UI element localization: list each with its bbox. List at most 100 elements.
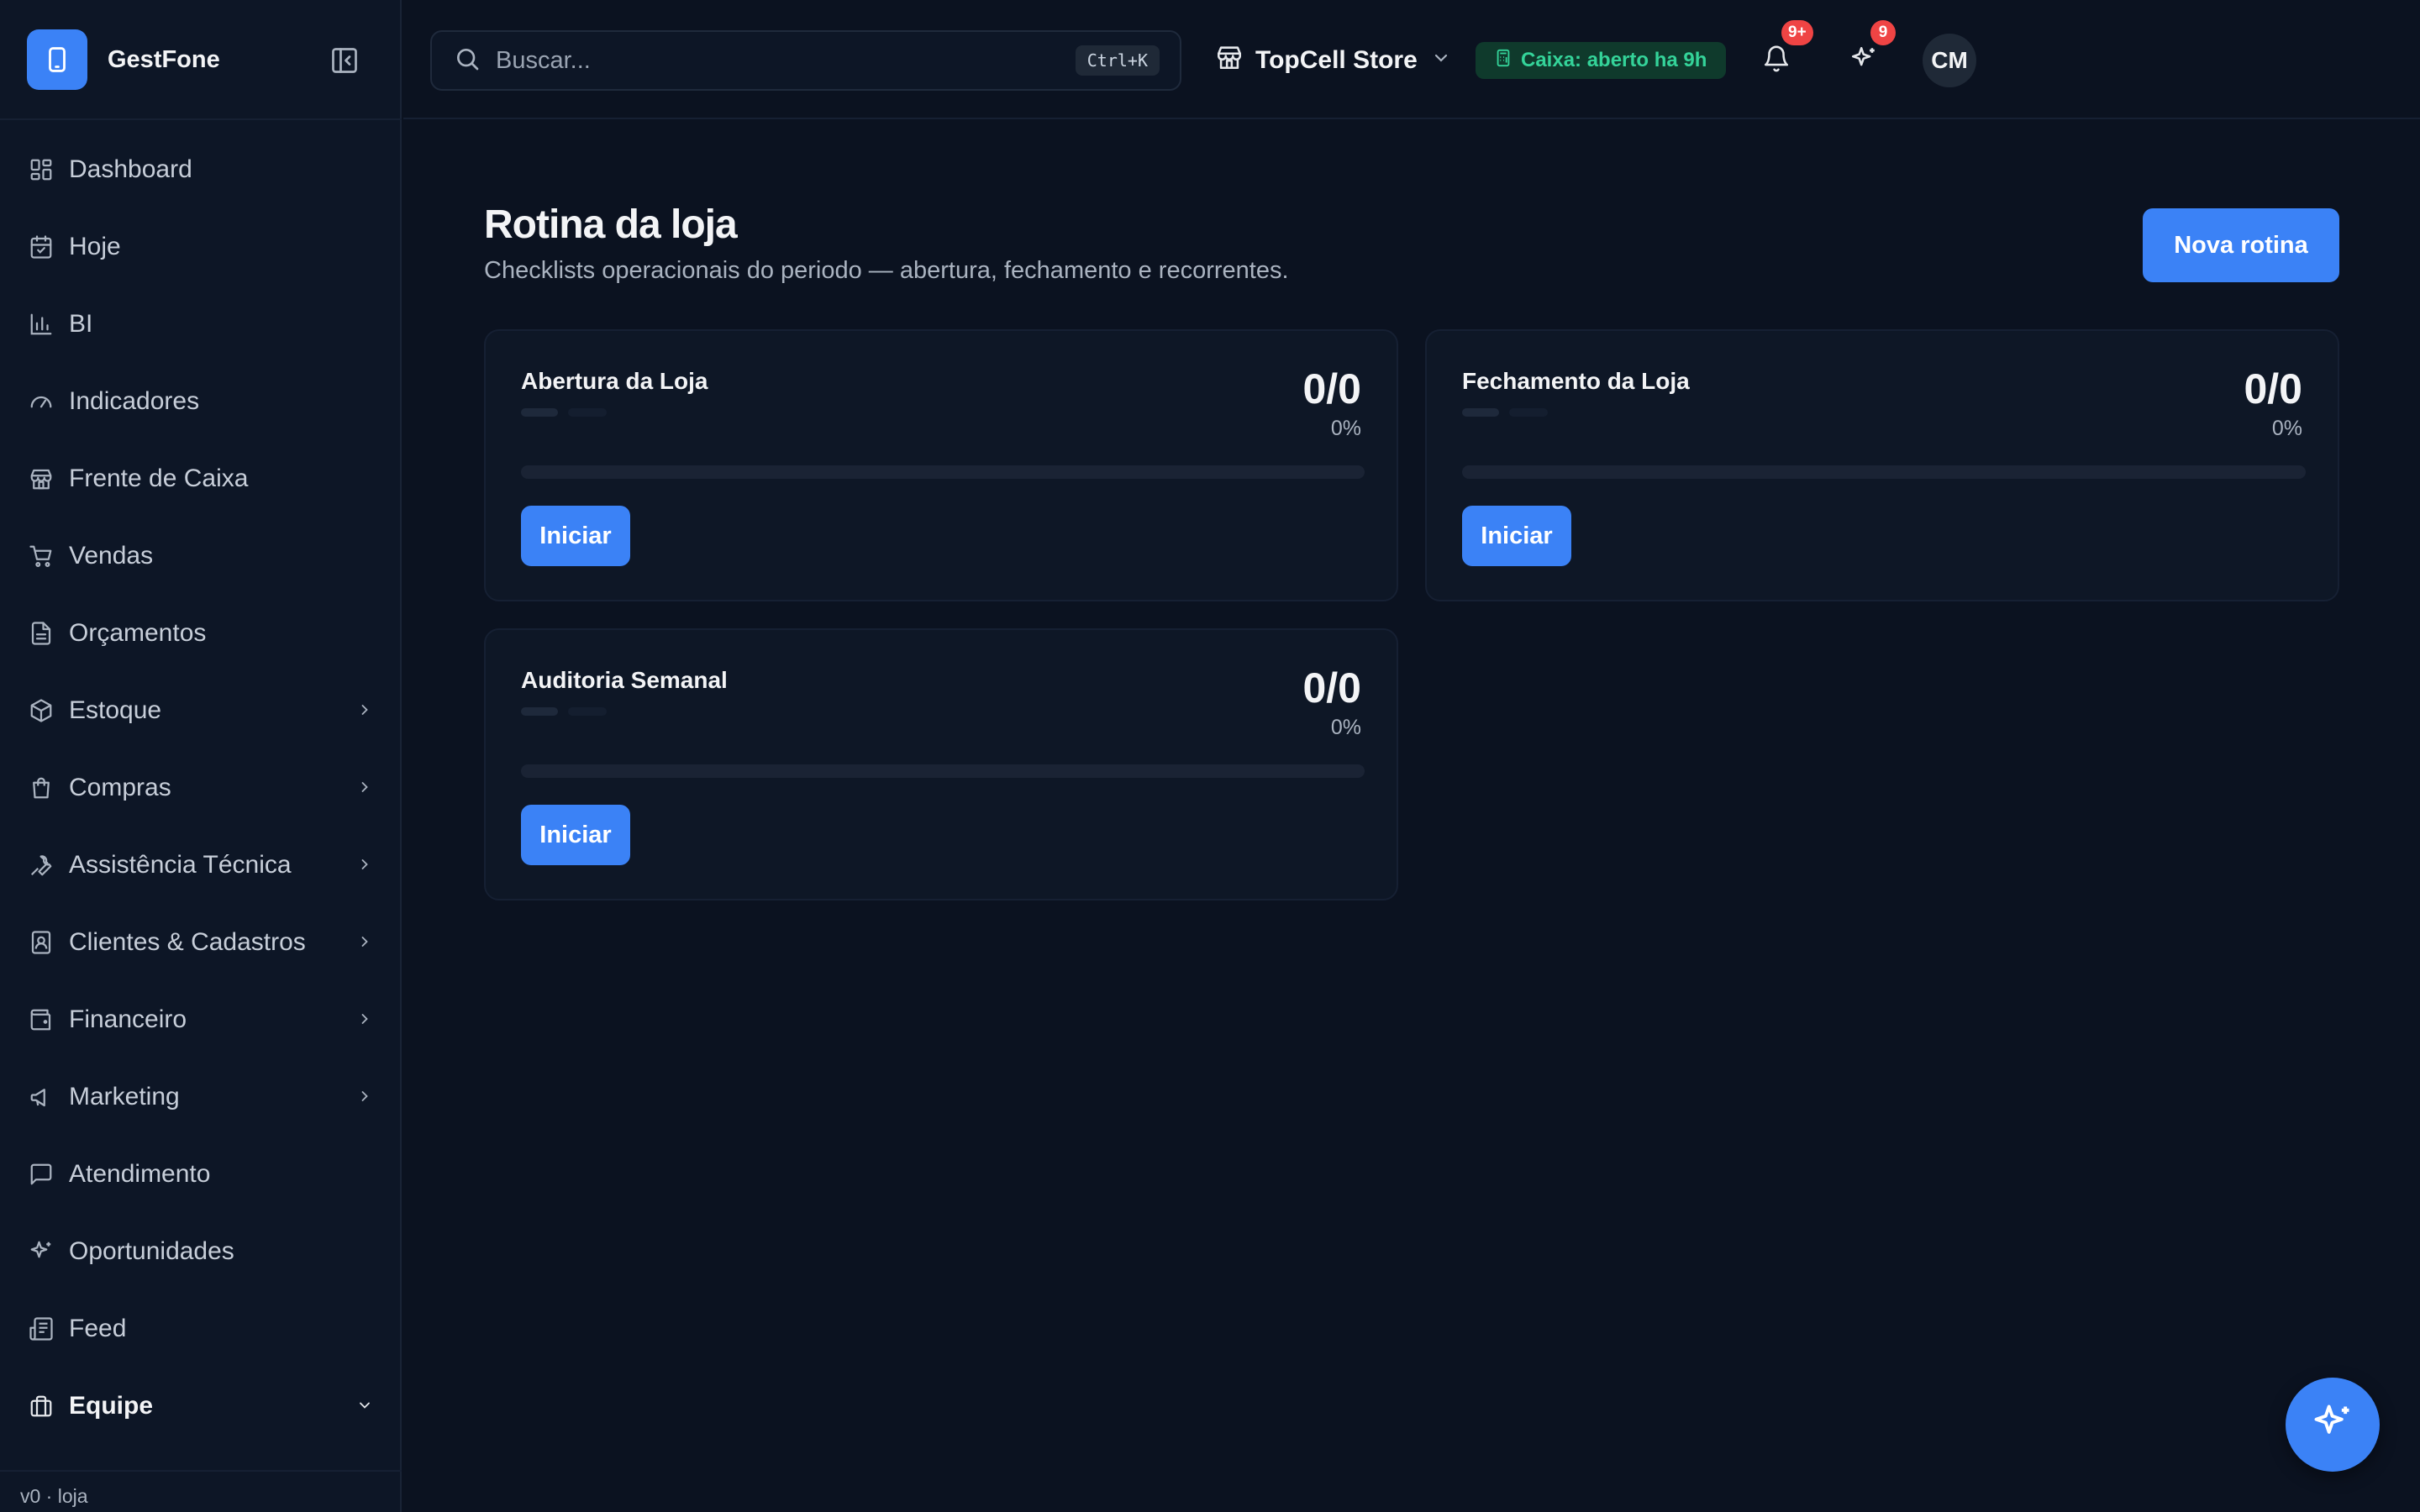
cash-status-badge[interactable]: Caixa: aberto ha 9h [1476,42,1726,79]
start-routine-button[interactable]: Iniciar [521,805,630,865]
sidebar-item-equipe[interactable]: Equipe [0,1368,402,1445]
document-icon [27,619,55,648]
cart-icon [27,542,55,570]
store-selector[interactable]: TopCell Store [1215,30,1451,91]
sidebar-item-label: Clientes & Cadastros [69,928,306,956]
sidebar-item-label: Vendas [69,542,154,570]
sidebar-item-atendimento[interactable]: Atendimento [0,1136,402,1213]
sidebar-item-label: Compras [69,774,171,801]
routine-card: Fechamento da Loja 0/0 0% Iniciar [1425,329,2339,601]
sidebar-item-label: Atendimento [69,1160,211,1188]
chevron-right-icon [353,853,376,876]
routine-title: Abertura da Loja [521,368,708,394]
tag-placeholder [1462,408,1499,417]
sidebar-divider [0,118,402,120]
sidebar-item-assistencia-tecnica[interactable]: Assistência Técnica [0,827,402,904]
wrench-icon [27,851,55,879]
chevron-right-icon [353,698,376,722]
progress-bar [521,764,1365,778]
sidebar-item-oportunidades[interactable]: Oportunidades [0,1213,402,1290]
page-subtitle: Checklists operacionais do periodo — abe… [484,257,1289,284]
megaphone-icon [27,1083,55,1111]
sidebar-item-label: Estoque [69,696,162,724]
sidebar-item-financeiro[interactable]: Financeiro [0,981,402,1058]
sidebar-item-bi[interactable]: BI [0,286,402,363]
sidebar-item-label: BI [69,310,93,338]
routine-percent: 0% [1330,716,1361,739]
chevron-right-icon [353,1084,376,1108]
chevron-down-icon [1431,46,1451,75]
start-routine-button[interactable]: Iniciar [521,506,630,566]
chevron-right-icon [353,1007,376,1031]
routine-count: 0/0 [1302,365,1361,412]
avatar[interactable]: CM [1923,34,1976,87]
progress-bar [1462,465,2306,479]
suggestions-badge: 9 [1870,20,1896,45]
progress-bar [521,465,1365,479]
sidebar-item-hoje[interactable]: Hoje [0,208,402,286]
app-name: GestFone [108,45,220,73]
routine-title: Fechamento da Loja [1462,368,1690,394]
bell-icon [1762,45,1791,77]
sidebar-item-estoque[interactable]: Estoque [0,672,402,749]
page-title: Rotina da loja [484,202,738,247]
suggestions-button[interactable]: 9 [1837,20,1896,87]
gauge-icon [27,387,55,416]
sidebar-item-label: Equipe [69,1392,154,1420]
collapse-sidebar-icon[interactable] [326,42,363,79]
sidebar-item-label: Indicadores [69,387,200,415]
shopping-bag-icon [27,774,55,802]
calendar-icon [27,233,55,261]
routine-count: 0/0 [1302,664,1361,711]
brand[interactable]: GestFone [27,29,380,91]
notifications-button[interactable]: 9+ [1749,20,1813,87]
sidebar-item-compras[interactable]: Compras [0,749,402,827]
sidebar-footer-divider [0,1470,402,1472]
tag-placeholder [521,408,558,417]
routine-card: Abertura da Loja 0/0 0% Iniciar [484,329,1398,601]
sparkles-icon [1849,45,1878,77]
calculator-icon [1494,49,1512,73]
chevron-right-icon [353,930,376,953]
dashboard-icon [27,155,55,184]
wallet-icon [27,1005,55,1034]
sidebar-item-indicadores[interactable]: Indicadores [0,363,402,440]
search-shortcut: Ctrl+K [1075,45,1160,76]
routine-title: Auditoria Semanal [521,667,728,693]
contact-icon [27,928,55,957]
sidebar-item-orcamentos[interactable]: Orçamentos [0,595,402,672]
sidebar-item-vendas[interactable]: Vendas [0,517,402,595]
tag-placeholder [568,408,607,417]
sidebar-item-label: Feed [69,1315,127,1342]
ai-assistant-button[interactable] [2286,1378,2380,1472]
sidebar-item-marketing[interactable]: Marketing [0,1058,402,1136]
sidebar-item-label: Hoje [69,233,121,260]
sidebar-nav: Dashboard Hoje BI Indicadores Frente de … [0,131,402,1445]
tag-placeholder [568,707,607,716]
search-input[interactable]: Buscar... Ctrl+K [430,30,1181,91]
chevron-down-icon [353,1394,376,1417]
tag-placeholder [1509,408,1548,417]
sidebar-item-feed[interactable]: Feed [0,1290,402,1368]
sidebar-item-frente-de-caixa[interactable]: Frente de Caixa [0,440,402,517]
sidebar-item-label: Orçamentos [69,619,207,647]
cash-status-text: Caixa: aberto ha 9h [1521,49,1707,71]
new-routine-button[interactable]: Nova rotina [2143,208,2339,282]
sidebar-item-label: Assistência Técnica [69,851,292,879]
briefcase-icon [27,1392,55,1420]
sidebar-item-dashboard[interactable]: Dashboard [0,131,402,208]
sparkles-icon [27,1237,55,1266]
chevron-right-icon [353,775,376,799]
newspaper-icon [27,1315,55,1343]
sidebar-item-label: Financeiro [69,1005,187,1033]
sidebar-item-clientes-cadastros[interactable]: Clientes & Cadastros [0,904,402,981]
package-icon [27,696,55,725]
app-version: v0 · loja [20,1485,88,1507]
store-name: TopCell Store [1255,46,1418,74]
message-icon [27,1160,55,1189]
topbar: Buscar... Ctrl+K TopCell Store Caixa: ab… [403,0,2420,119]
start-routine-button[interactable]: Iniciar [1462,506,1571,566]
search-icon [454,45,481,76]
routine-count: 0/0 [2244,365,2302,412]
sidebar-item-label: Marketing [69,1083,180,1110]
